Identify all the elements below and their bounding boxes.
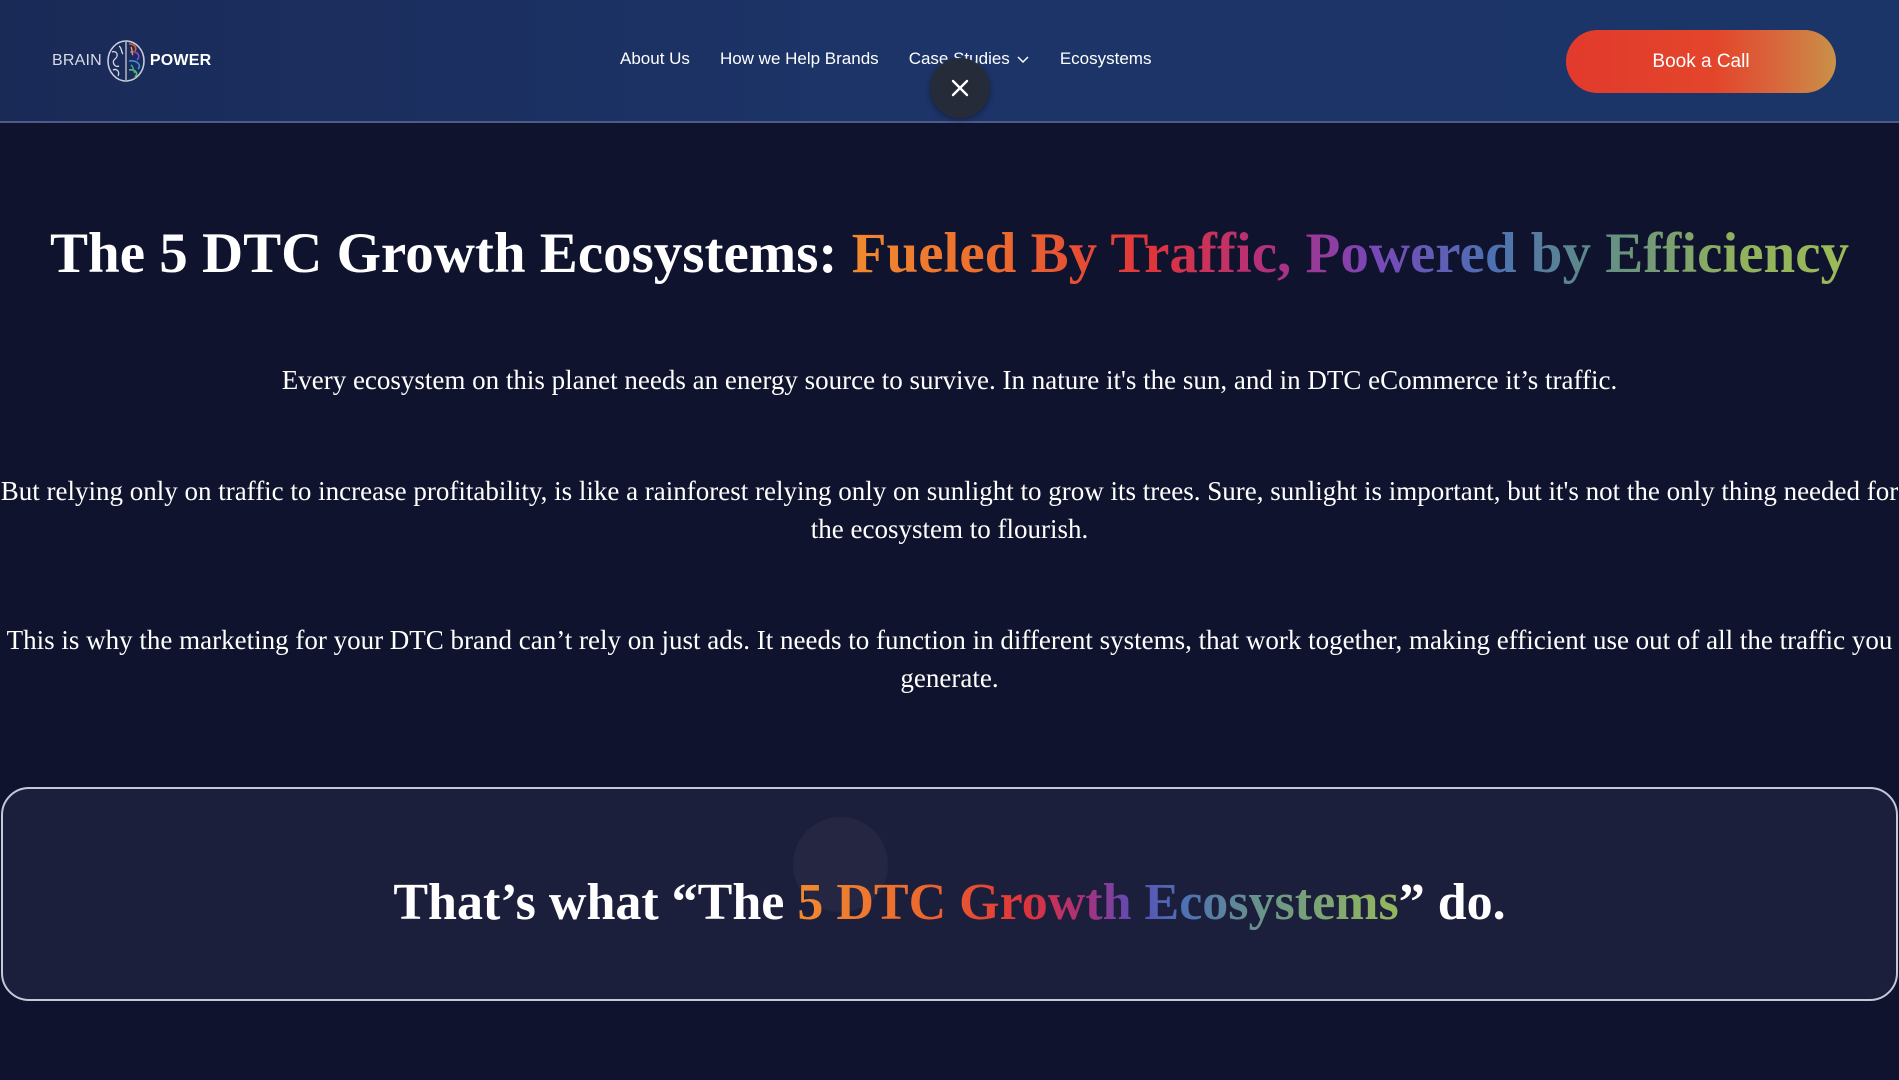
page-title: The 5 DTC Growth Ecosystems: Fueled By T…: [0, 222, 1899, 286]
logo-word-brain: BRAIN: [52, 52, 102, 69]
chevron-down-icon: [1017, 56, 1029, 64]
close-button[interactable]: [930, 58, 990, 118]
nav-ecosystems-label: Ecosystems: [1059, 49, 1152, 68]
main-nav: About Us How we Help Brands Case Studies…: [620, 49, 1151, 69]
intro-paragraph-3: This is why the marketing for your DTC b…: [6, 625, 1893, 693]
intro-paragraph-1: Every ecosystem on this planet needs an …: [281, 365, 1618, 395]
brain-icon: [107, 40, 145, 82]
nav-how-we-help-brands-label: How we Help Brands: [719, 49, 879, 68]
nav-how-we-help-brands[interactable]: How we Help Brands: [720, 49, 879, 69]
nav-about-us[interactable]: About Us: [620, 49, 690, 69]
callout-suffix: ” do.: [1398, 874, 1506, 931]
callout-prefix: That’s what “The: [393, 874, 798, 931]
callout-box: That’s what “The 5 DTC Growth Ecosystems…: [1, 787, 1898, 1001]
intro-paragraph-2: But relying only on traffic to increase …: [0, 476, 1899, 544]
book-a-call-button[interactable]: Book a Call: [1566, 30, 1836, 93]
nav-about-us-label: About Us: [620, 49, 690, 68]
nav-ecosystems[interactable]: Ecosystems: [1060, 49, 1152, 69]
callout-title: That’s what “The 5 DTC Growth Ecosystems…: [3, 873, 1896, 933]
brand-logo[interactable]: BRAIN POWER: [52, 38, 211, 84]
page-title-gradient: Fueled By Traffic, Powered by Efficiency: [851, 222, 1850, 285]
logo-word-power: POWER: [149, 52, 212, 69]
callout-gradient: 5 DTC Growth Ecosystems: [797, 874, 1399, 931]
close-icon: [951, 79, 969, 97]
page-title-white: The 5 DTC Growth Ecosystems:: [49, 222, 852, 285]
